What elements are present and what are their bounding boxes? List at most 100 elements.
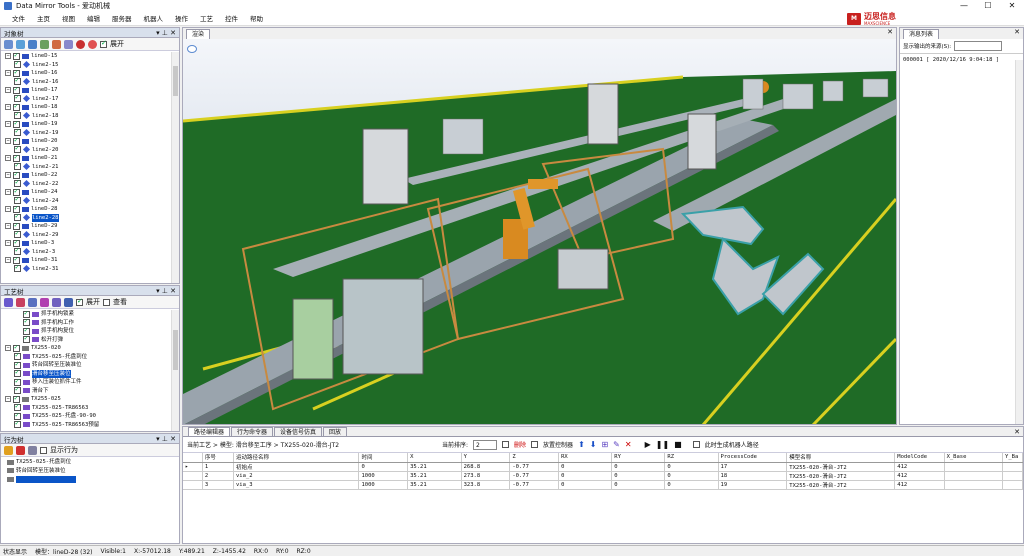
visibility-checkbox[interactable]: [14, 419, 21, 429]
tab-path-editor[interactable]: 路径编辑器: [188, 427, 231, 436]
tree-node[interactable]: 转台回转至压装准位: [1, 467, 179, 476]
table-cell[interactable]: [944, 462, 1004, 472]
table-cell[interactable]: 1000: [358, 471, 409, 481]
menu-view[interactable]: 视图: [56, 12, 81, 26]
tree-node[interactable]: − lineD-19: [1, 119, 171, 129]
table-cell[interactable]: -0.77: [509, 471, 560, 481]
maximize-button[interactable]: ☐: [976, 0, 1000, 12]
tree-node[interactable]: line2-20: [1, 144, 171, 155]
viewport-close-icon[interactable]: ✕: [887, 28, 893, 36]
delete-step-icon[interactable]: [16, 297, 25, 307]
column-header[interactable]: X: [407, 453, 462, 463]
tree-node[interactable]: − TX255-025: [1, 394, 171, 404]
panel-pin-close-icon[interactable]: ▾ ⊥ ✕: [156, 28, 176, 38]
table-cell[interactable]: ▸: [183, 462, 203, 472]
table-cell[interactable]: 0: [558, 471, 613, 481]
expand-toggle-icon[interactable]: −: [5, 138, 11, 145]
tree-node[interactable]: line2-22: [1, 178, 171, 189]
table-cell[interactable]: [1002, 480, 1023, 490]
table-cell[interactable]: TX255-020-滑台-JT2: [786, 471, 896, 481]
expand-toggle-icon[interactable]: −: [5, 396, 11, 403]
edit-point-icon[interactable]: ✎: [613, 440, 620, 449]
table-cell[interactable]: 0: [611, 480, 666, 490]
insert-point-icon[interactable]: ⊞: [601, 440, 608, 449]
table-cell[interactable]: 0: [664, 471, 719, 481]
tree-node[interactable]: − lineD-22: [1, 170, 171, 180]
tree-node[interactable]: 滑台下: [1, 385, 171, 396]
column-header[interactable]: Y_Ba: [1002, 453, 1023, 463]
column-header[interactable]: RZ: [664, 453, 719, 463]
table-cell[interactable]: [1002, 471, 1023, 481]
visibility-checkbox[interactable]: [14, 263, 21, 273]
tree-node[interactable]: − lineD-24: [1, 187, 171, 197]
message-source-select[interactable]: [954, 41, 1003, 51]
expand-toggle-icon[interactable]: −: [5, 121, 11, 128]
tree-node[interactable]: 移入压装位抓件工件: [1, 377, 171, 387]
link-step-icon[interactable]: [64, 297, 73, 307]
object-tree-scrollbar[interactable]: [171, 52, 179, 283]
expand-toggle-icon[interactable]: −: [5, 240, 11, 247]
table-row[interactable]: ▸ 1 初始点 0 35.21 268.8 -0.77 0 0 0 17 TX255-020-滑台-J…: [183, 462, 1023, 472]
tree-node[interactable]: − lineD-3: [1, 238, 171, 248]
delete-behavior-icon[interactable]: [16, 445, 25, 455]
expand-toggle-icon[interactable]: −: [5, 70, 11, 77]
tree-node[interactable]: line2-24: [1, 195, 171, 206]
expand-toggle-icon[interactable]: −: [5, 345, 11, 352]
table-cell[interactable]: 3: [202, 480, 234, 490]
expand-toggle-icon[interactable]: −: [5, 104, 11, 111]
table-cell[interactable]: 35.21: [407, 480, 462, 490]
table-cell[interactable]: 0: [664, 480, 719, 490]
move-down-icon[interactable]: ⬇: [590, 440, 597, 449]
move-up-icon[interactable]: ⬆: [578, 440, 585, 449]
table-cell[interactable]: 0: [611, 462, 666, 472]
table-cell[interactable]: 19: [718, 480, 788, 490]
tree-node[interactable]: line2-29: [1, 229, 171, 240]
table-cell[interactable]: 412: [894, 471, 945, 481]
rotate-icon[interactable]: [40, 39, 49, 49]
3d-scene[interactable]: [183, 39, 896, 424]
tree-node[interactable]: TX255-025-托盘到位: [1, 458, 179, 467]
panel-pin-close-icon[interactable]: ▾ ⊥ ✕: [156, 434, 176, 444]
tree-node[interactable]: TX255-025-托盘-90-90: [1, 411, 171, 421]
table-cell[interactable]: 18: [718, 471, 788, 481]
tree-node[interactable]: − lineD-29: [1, 221, 171, 231]
table-cell[interactable]: 268.8: [461, 462, 511, 472]
table-cell[interactable]: 17: [718, 462, 788, 472]
tree-node[interactable]: line2-21: [1, 161, 171, 172]
table-cell[interactable]: via_3: [233, 480, 360, 490]
scroll-thumb[interactable]: [173, 66, 178, 96]
table-cell[interactable]: 0: [664, 462, 719, 472]
add-object-icon[interactable]: [4, 39, 13, 49]
minimize-button[interactable]: —: [952, 0, 976, 12]
pause-icon[interactable]: ❚❚: [656, 440, 669, 449]
play-icon[interactable]: ▶: [645, 440, 651, 449]
tree-node[interactable]: − lineD-18: [1, 102, 171, 112]
menu-server[interactable]: 服务器: [106, 12, 138, 26]
tab-behavior-command[interactable]: 行为命令器: [231, 427, 274, 436]
menu-control[interactable]: 控件: [219, 12, 244, 26]
table-cell[interactable]: 2: [202, 471, 234, 481]
column-header[interactable]: ProcessCode: [718, 453, 788, 463]
tree-node[interactable]: − TX255-020: [1, 343, 171, 353]
table-cell[interactable]: 35.21: [407, 471, 462, 481]
column-header[interactable]: 运动路径名称: [233, 453, 360, 463]
tree-node[interactable]: TX255-025-TR86563预留: [1, 419, 171, 430]
expand-toggle-icon[interactable]: −: [5, 53, 11, 60]
table-cell[interactable]: 0: [558, 462, 613, 472]
table-cell[interactable]: 0: [611, 471, 666, 481]
table-cell[interactable]: 412: [894, 462, 945, 472]
close-button[interactable]: ✕: [1000, 0, 1024, 12]
tree-node[interactable]: − lineD-28: [1, 204, 171, 214]
table-cell[interactable]: [1002, 462, 1023, 472]
tree-node[interactable]: − lineD-31: [1, 255, 171, 265]
menu-file[interactable]: 文件: [6, 12, 31, 26]
table-cell[interactable]: 323.8: [461, 480, 511, 490]
expand-toggle-icon[interactable]: −: [5, 87, 11, 94]
tab-playback[interactable]: 回放: [323, 427, 348, 436]
flag-icon[interactable]: [52, 39, 61, 49]
scroll-thumb[interactable]: [173, 330, 178, 370]
tree-node[interactable]: − lineD-20: [1, 136, 171, 146]
column-header[interactable]: RY: [611, 453, 666, 463]
column-header[interactable]: RX: [558, 453, 613, 463]
expand-toggle-icon[interactable]: −: [5, 155, 11, 162]
